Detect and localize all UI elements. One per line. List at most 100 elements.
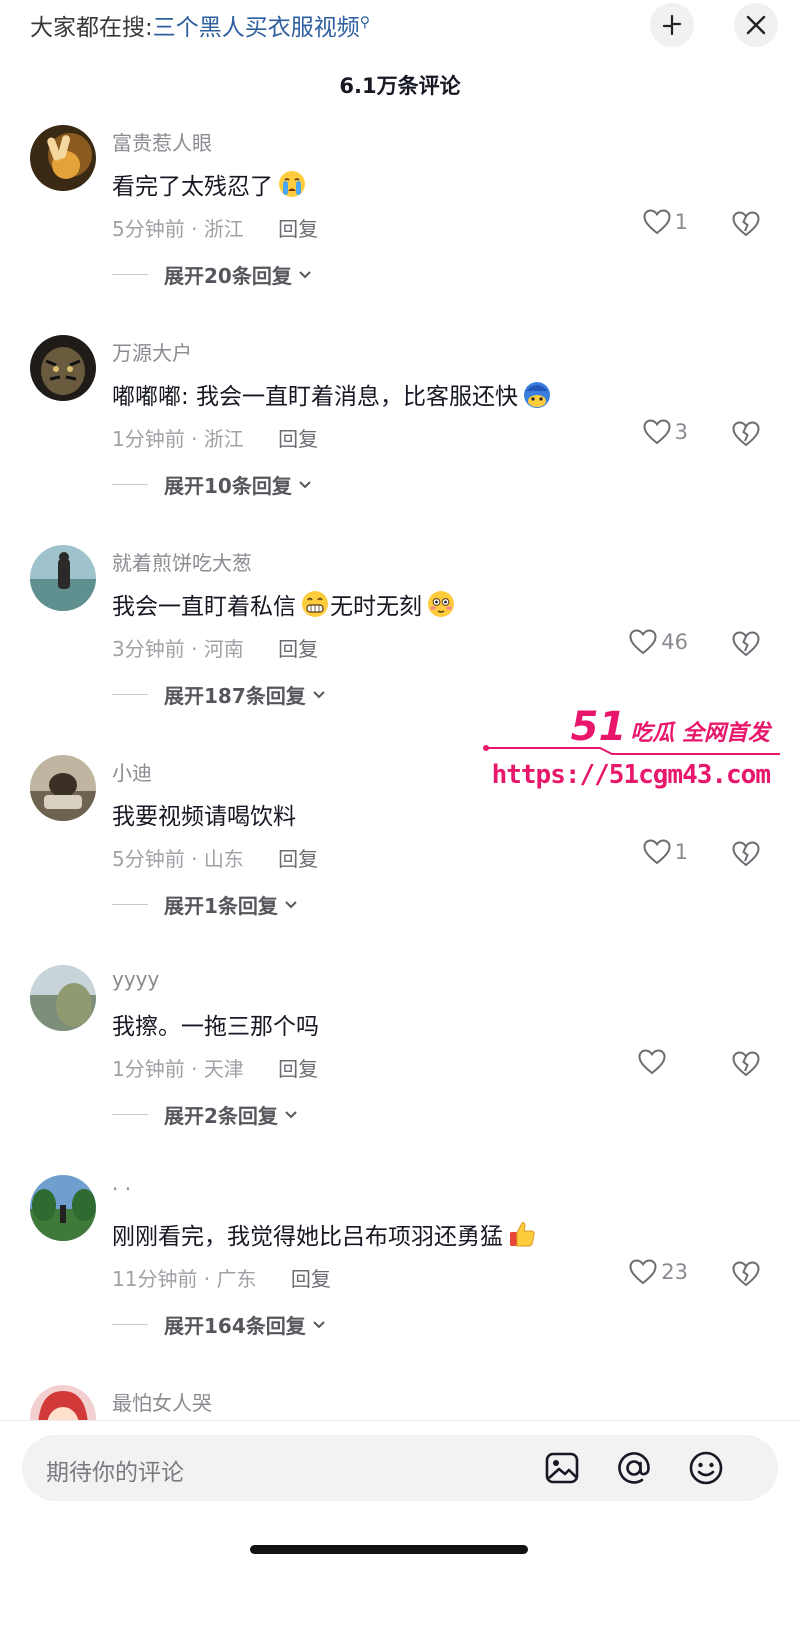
reply-button[interactable]: 回复	[278, 217, 318, 241]
avatar[interactable]	[30, 1175, 96, 1241]
reply-button[interactable]: 回复	[291, 1267, 331, 1291]
reply-button[interactable]: 回复	[278, 1057, 318, 1081]
username[interactable]: 富贵惹人眼	[112, 127, 212, 156]
username[interactable]: yyyy	[112, 967, 159, 991]
comment-text-content: 我会一直盯着私信	[112, 594, 296, 620]
comment-text: 嘟嘟嘟: 我会一直盯着消息，比客服还快	[112, 377, 552, 411]
dislike-button[interactable]	[732, 631, 760, 661]
comment-text-content: 嘟嘟嘟: 我会一直盯着消息，比客服还快	[112, 384, 519, 410]
chevron-down-icon	[313, 1320, 325, 1328]
comment-meta: 5分钟前 · 山东 回复	[112, 847, 319, 871]
comment-item: · · 刚刚看完，我觉得她比吕布项羽还勇猛 11分钟前 · 广东 回复 23 展…	[0, 1175, 800, 1385]
avatar[interactable]	[30, 545, 96, 611]
comment-meta: 3分钟前 · 河南 回复	[112, 637, 319, 661]
heart-icon	[643, 419, 671, 445]
divider	[112, 484, 148, 485]
broken-heart-icon	[732, 1261, 760, 1287]
broken-heart-icon	[732, 1051, 760, 1077]
reply-button[interactable]: 回复	[278, 847, 318, 871]
magnifier-icon: ⚲	[359, 14, 371, 31]
grin-emoji	[302, 591, 328, 617]
divider	[112, 274, 148, 275]
dislike-button[interactable]	[732, 1051, 760, 1081]
emoji-icon[interactable]	[688, 1450, 724, 1486]
image-icon[interactable]	[544, 1450, 580, 1486]
like-button[interactable]: 1	[643, 209, 688, 235]
comment-item: 最怕女人哭	[0, 1385, 800, 1420]
broken-heart-icon	[732, 631, 760, 657]
expand-replies-label: 展开1条回复	[164, 894, 278, 918]
comment-meta: 11分钟前 · 广东 回复	[112, 1267, 331, 1291]
dislike-button[interactable]	[732, 1261, 760, 1291]
avatar[interactable]	[30, 755, 96, 821]
comment-input[interactable]: 期待你的评论	[22, 1435, 778, 1501]
search-query-link[interactable]: 三个黑人买衣服视频	[153, 15, 360, 41]
comment-location: 山东	[203, 847, 244, 871]
watermark-brand-text: 吃瓜 全网首发	[630, 721, 770, 746]
divider	[112, 1324, 148, 1325]
crying-emoji	[279, 171, 305, 197]
reply-button[interactable]: 回复	[278, 427, 318, 451]
like-button[interactable]: 3	[643, 419, 688, 445]
heart-icon	[643, 839, 671, 865]
broken-heart-icon	[732, 421, 760, 447]
collapse-icon	[662, 14, 682, 36]
collapse-button[interactable]	[650, 3, 694, 47]
dislike-button[interactable]	[732, 841, 760, 871]
expand-replies-button[interactable]: 展开2条回复	[112, 1100, 298, 1129]
chevron-down-icon	[299, 270, 311, 278]
comment-meta: 1分钟前 · 浙江 回复	[112, 427, 319, 451]
avatar[interactable]	[30, 1385, 96, 1420]
search-suggestion[interactable]: 大家都在搜:三个黑人买衣服视频⚲	[30, 8, 370, 42]
expand-replies-button[interactable]: 展开1条回复	[112, 890, 298, 919]
username[interactable]: 小迪	[112, 757, 152, 786]
username[interactable]: 就着煎饼吃大葱	[112, 547, 252, 576]
comment-text-content: 我擦。一拖三那个吗	[112, 1014, 319, 1040]
comment-text: 看完了太残忍了	[112, 167, 307, 201]
comment-meta: 1分钟前 · 天津 回复	[112, 1057, 319, 1081]
watermark-brand-number: 51	[570, 704, 627, 750]
comment-text: 我擦。一拖三那个吗	[112, 1007, 319, 1041]
like-button[interactable]: 23	[629, 1259, 688, 1285]
comment-input-placeholder: 期待你的评论	[46, 1460, 184, 1486]
expand-replies-button[interactable]: 展开187条回复	[112, 680, 326, 709]
comment-text-content: 刚刚看完，我觉得她比吕布项羽还勇猛	[112, 1224, 503, 1250]
cold-face-emoji	[524, 382, 551, 408]
comment-item: 万源大户 嘟嘟嘟: 我会一直盯着消息，比客服还快 1分钟前 · 浙江 回复 3 …	[0, 335, 800, 545]
reply-button[interactable]: 回复	[278, 637, 318, 661]
comment-time: 5分钟前	[112, 217, 185, 241]
like-button[interactable]: 1	[643, 839, 688, 865]
comment-meta: 5分钟前 · 浙江 回复	[112, 217, 319, 241]
expand-replies-label: 展开10条回复	[164, 474, 292, 498]
close-button[interactable]	[734, 3, 778, 47]
broken-heart-icon	[732, 841, 760, 867]
username[interactable]: 万源大户	[112, 337, 192, 366]
like-count: 1	[674, 840, 688, 864]
expand-replies-button[interactable]: 展开20条回复	[112, 260, 312, 289]
at-icon[interactable]	[616, 1450, 652, 1486]
like-button[interactable]	[638, 1049, 670, 1075]
chevron-down-icon	[299, 480, 311, 488]
comment-text: 我会一直盯着私信 无时无刻	[112, 587, 456, 621]
divider	[112, 1114, 148, 1115]
dislike-button[interactable]	[732, 421, 760, 451]
avatar[interactable]	[30, 335, 96, 401]
like-button[interactable]: 46	[629, 629, 688, 655]
expand-replies-label: 展开187条回复	[164, 684, 306, 708]
avatar[interactable]	[30, 125, 96, 191]
heart-icon	[629, 1259, 657, 1285]
expand-replies-button[interactable]: 展开164条回复	[112, 1310, 326, 1339]
dislike-button[interactable]	[732, 211, 760, 241]
username[interactable]: 最怕女人哭	[112, 1387, 212, 1416]
heart-icon	[643, 209, 671, 235]
like-count: 46	[661, 630, 688, 654]
watermark-brand: 51 吃瓜 全网首发	[571, 704, 770, 750]
chevron-down-icon	[285, 900, 297, 908]
flushed-emoji	[428, 591, 454, 617]
username[interactable]: · ·	[112, 1177, 131, 1201]
search-prefix-label: 大家都在搜:	[30, 15, 153, 41]
heart-icon	[638, 1049, 666, 1075]
expand-replies-button[interactable]: 展开10条回复	[112, 470, 312, 499]
avatar[interactable]	[30, 965, 96, 1031]
divider	[112, 904, 148, 905]
